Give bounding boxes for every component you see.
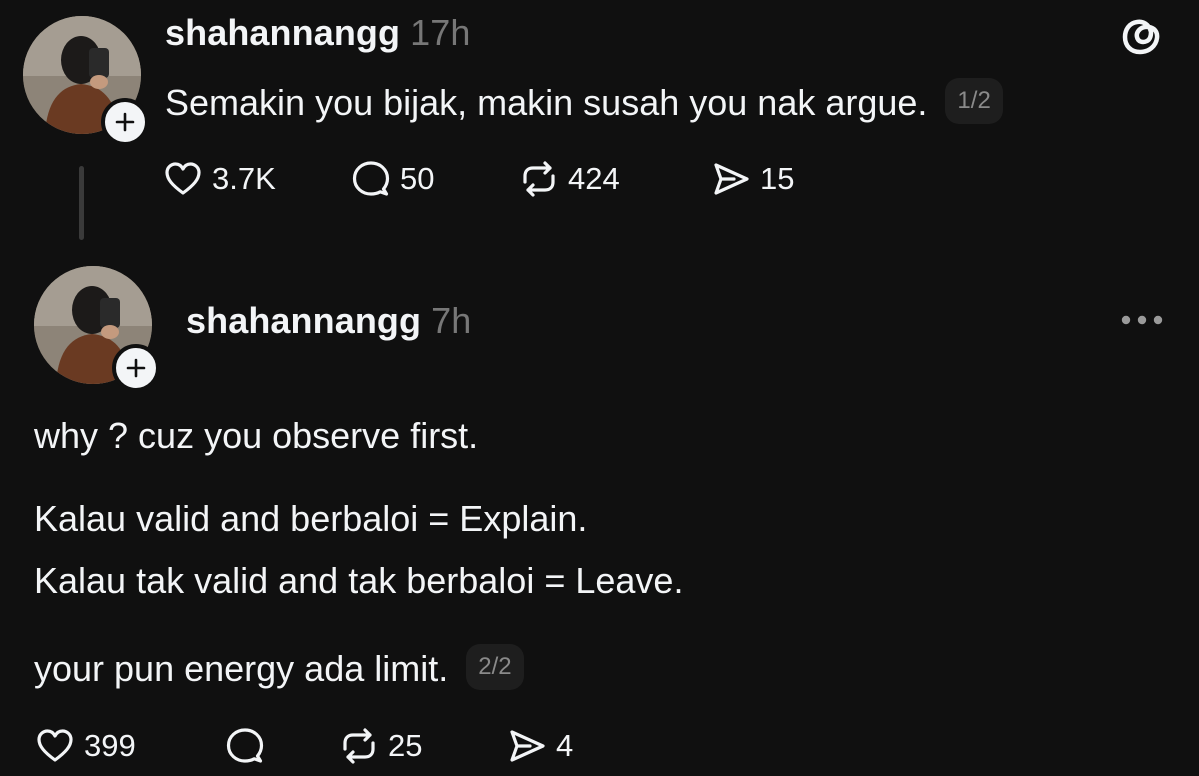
follow-button[interactable] [112,344,160,392]
post-text: Semakin you bijak, makin susah you nak a… [165,82,928,123]
post-line: Kalau tak valid and tak berbaloi = Leave… [34,560,684,601]
like-count: 399 [84,728,136,763]
post-time: 17h [410,12,471,53]
share-button[interactable]: 15 [710,158,830,200]
repost-button[interactable]: 25 [338,725,506,767]
send-icon [714,163,749,195]
thread-connector-line [79,166,84,240]
page-indicator: 1/2 [945,78,1003,125]
repost-icon [523,161,555,197]
heart-icon [37,729,73,762]
plus-icon [126,358,146,378]
post-line: Kalau valid and berbaloi = Explain. [34,498,588,539]
post-line: why ? cuz you observe first. [34,415,479,456]
post-time: 7h [431,300,472,341]
like-button[interactable]: 399 [34,725,224,767]
follow-button[interactable] [101,98,149,146]
reply-button[interactable]: 50 [350,158,518,200]
like-button[interactable]: 3.7K [162,158,350,200]
username-link[interactable]: shahannangg [165,12,400,53]
share-count: 15 [760,161,795,196]
comment-icon [226,728,264,763]
post-body: Semakin you bijak, makin susah you nak a… [165,78,1003,128]
threads-logo-icon[interactable] [1118,12,1166,60]
post-header: shahannangg 17h [165,12,471,54]
share-count: 4 [556,728,574,763]
post-actions: 399 25 4 [34,725,606,767]
comment-icon [352,161,390,196]
reply-count: 50 [400,161,435,196]
heart-icon [165,162,201,195]
repost-button[interactable]: 424 [518,158,710,200]
threads-screenshot: shahannangg 17h Semakin you bijak, makin … [0,0,1199,776]
post-body: your pun energy ada limit. 2/2 [34,644,524,694]
post-actions: 3.7K 50 424 15 [162,158,830,200]
send-icon [510,730,545,762]
page-indicator: 2/2 [466,644,524,691]
like-count: 3.7K [212,161,276,196]
reply-button[interactable] [224,725,338,767]
more-horizontal-icon[interactable] [1118,304,1166,336]
repost-icon [343,728,375,764]
post-header: shahannangg 7h [186,300,471,342]
username-link[interactable]: shahannangg [186,300,421,341]
repost-count: 25 [388,728,423,763]
plus-icon [115,112,135,132]
share-button[interactable]: 4 [506,725,606,767]
repost-count: 424 [568,161,620,196]
post-line: your pun energy ada limit. [34,648,449,689]
